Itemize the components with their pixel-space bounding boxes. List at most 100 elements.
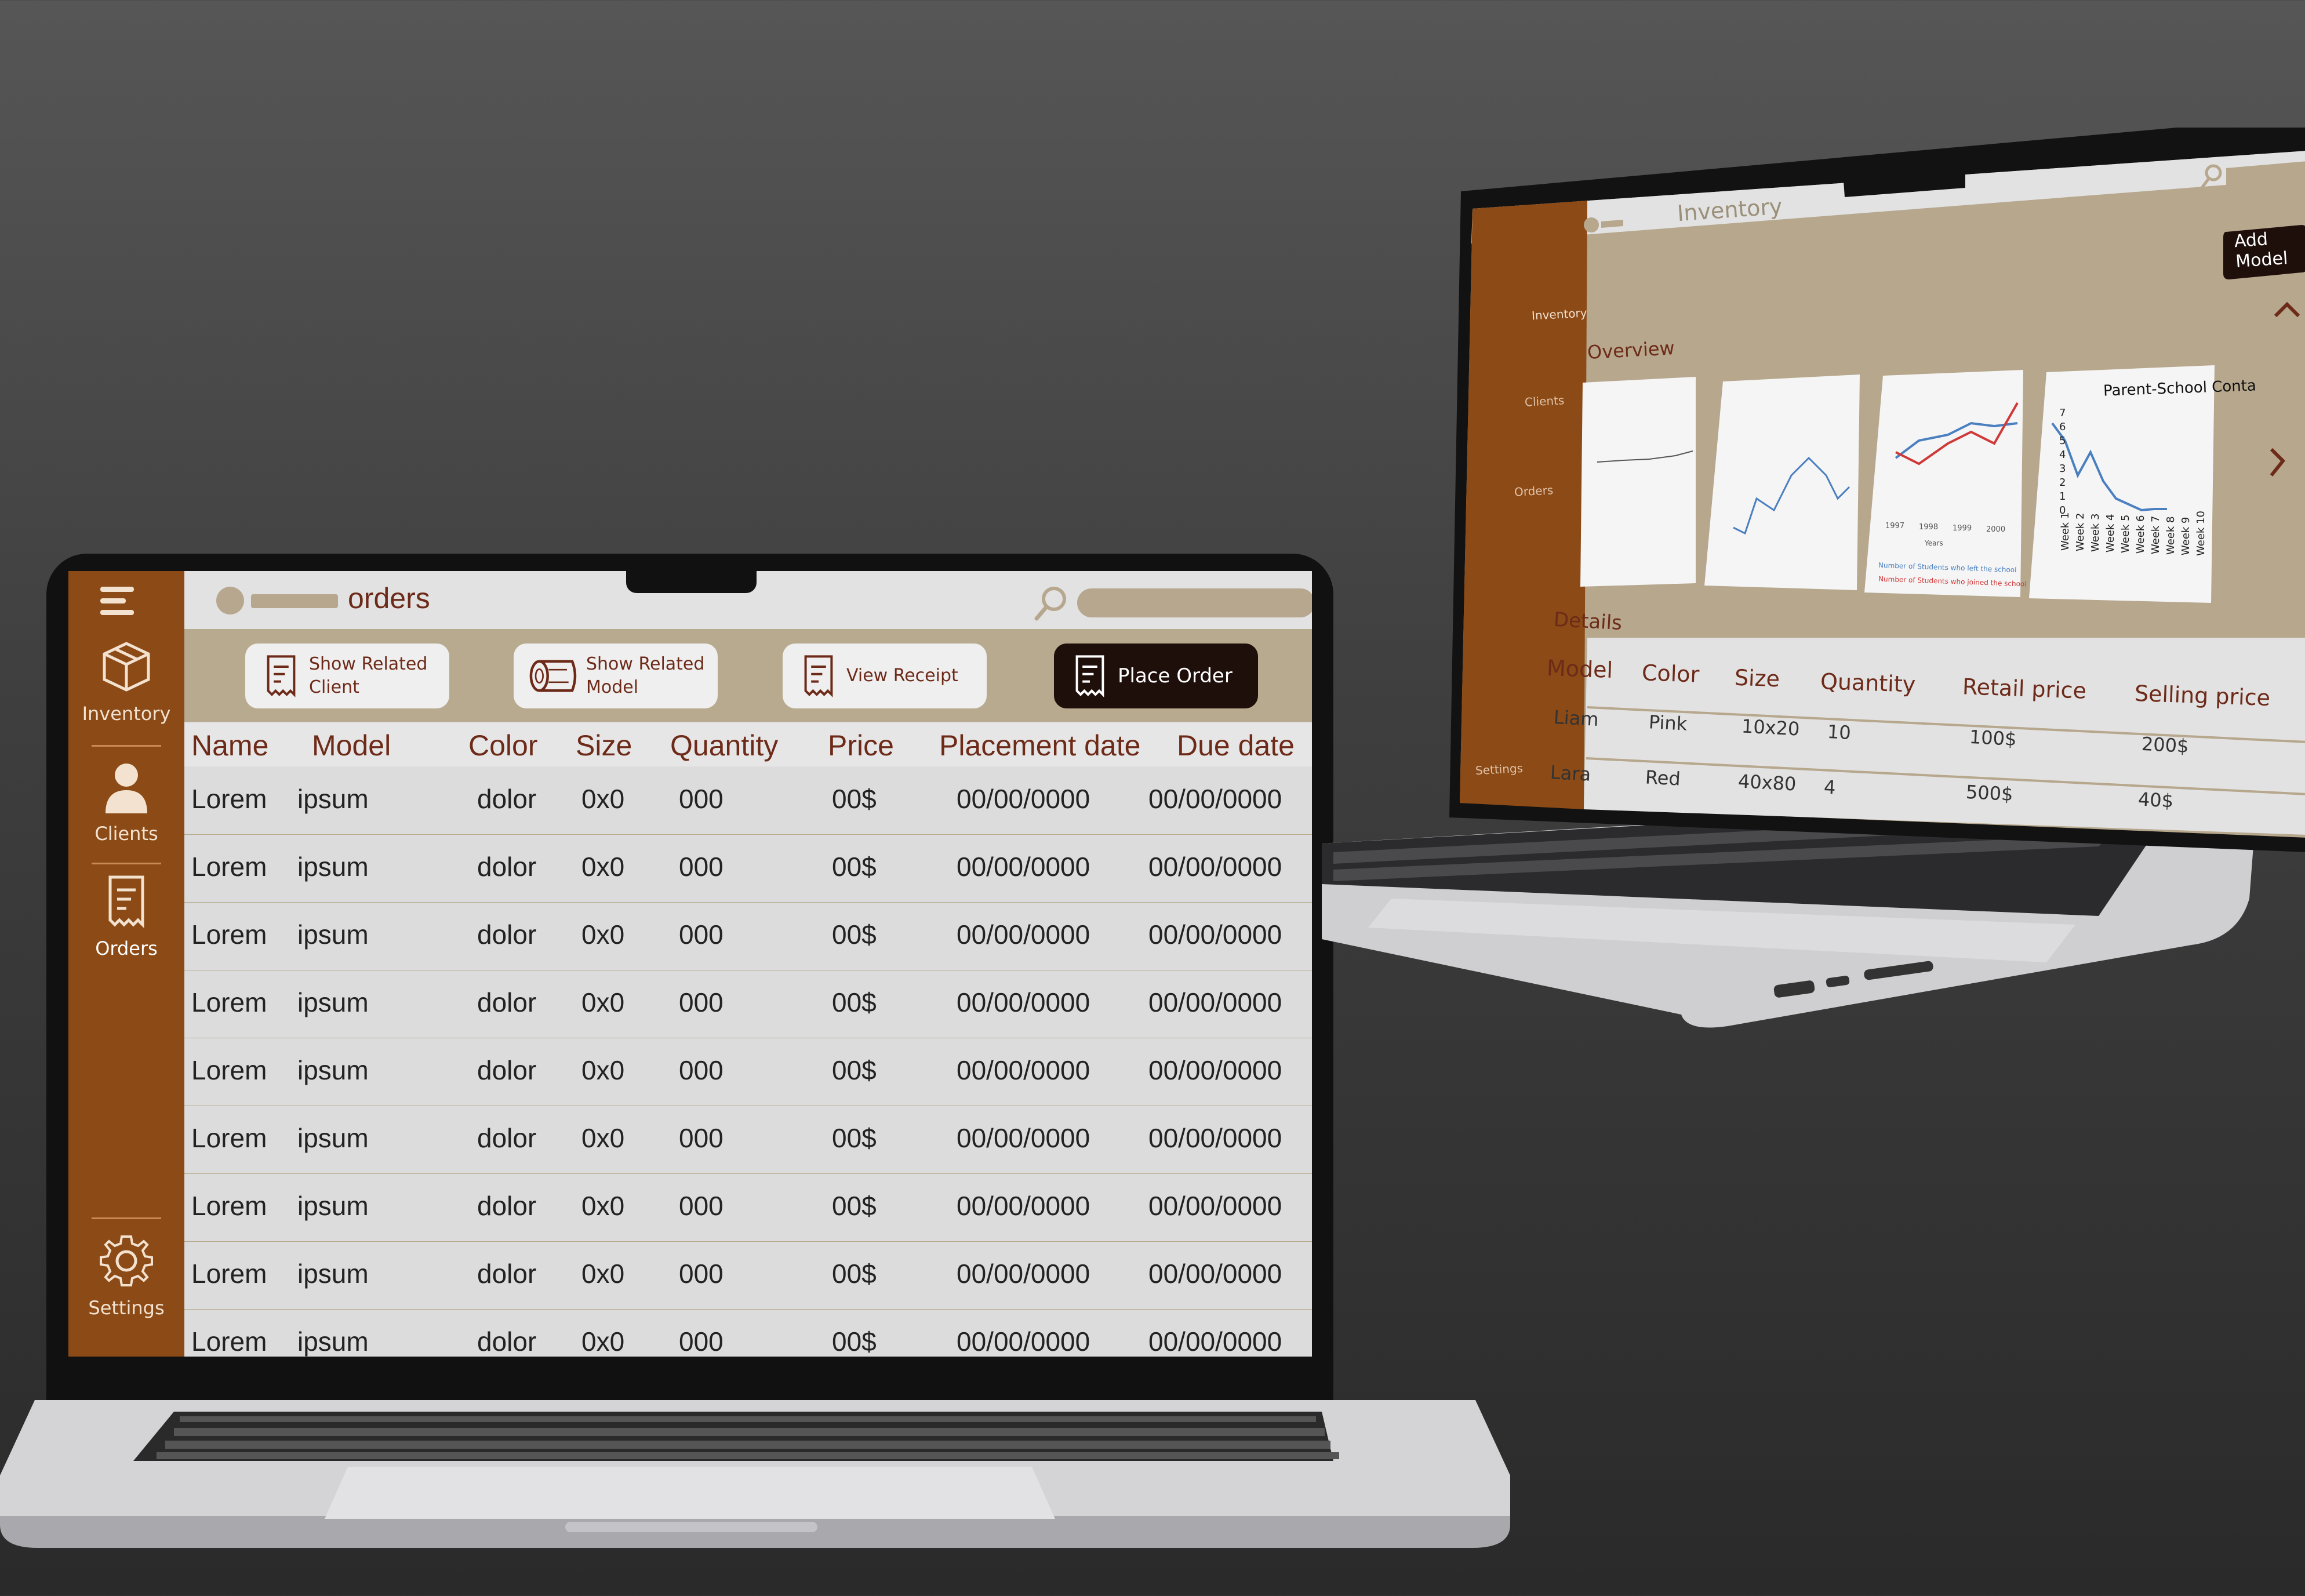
- column-header[interactable]: Color: [1641, 660, 1700, 687]
- chart4-y-tick: 4: [2059, 449, 2066, 461]
- column-header-size[interactable]: Size: [576, 729, 632, 762]
- details-label: Details: [1553, 608, 1623, 635]
- table-row[interactable]: Lorem ipsum dolor 0x0 000 00$ 00/00/0000 00/00/…: [184, 903, 1312, 973]
- table-cell: dolor: [477, 784, 537, 814]
- table-cell: 200$: [2141, 732, 2190, 758]
- sidebar-item-clients[interactable]: Clients: [68, 758, 184, 845]
- table-row[interactable]: Lorem ipsum dolor 0x0 000 00$ 00/00/0000 00/00/…: [184, 1174, 1312, 1245]
- table-cell: Lorem: [191, 1123, 267, 1153]
- table-row[interactable]: Lorem ipsum dolor 0x0 000 00$ 00/00/0000 00/00/…: [184, 1310, 1312, 1357]
- search-input[interactable]: [1077, 588, 1312, 617]
- chart4-x-tick: Week 1: [2059, 512, 2071, 551]
- chart3-x-label: Years: [1925, 539, 1943, 547]
- laptop-left-base: [0, 1400, 1510, 1548]
- table-cell: 00$: [832, 852, 877, 882]
- table-cell: 00$: [832, 1055, 877, 1085]
- table-cell: Lorem: [191, 987, 267, 1017]
- add-model-button[interactable]: Add Model: [2234, 227, 2305, 272]
- show-related-client-button[interactable]: Show Related Client: [245, 644, 449, 708]
- table-cell: 00/00/0000: [957, 1191, 1090, 1221]
- receipt-icon: [267, 655, 296, 697]
- button-label: Show Related Model: [586, 654, 705, 697]
- column-header[interactable]: Retail price: [1962, 674, 2086, 703]
- sidebar-item-settings[interactable]: Settings: [68, 1232, 184, 1319]
- table-cell: 00/00/0000: [957, 784, 1090, 814]
- table-cell: ipsum: [297, 987, 369, 1017]
- column-header-due-date[interactable]: Due date: [1177, 729, 1295, 762]
- sidebar-item-settings[interactable]: Settings: [1475, 761, 1523, 777]
- sidebar-item-orders[interactable]: Orders: [68, 872, 184, 959]
- sidebar-divider: [92, 1217, 161, 1219]
- table-row[interactable]: Lorem ipsum dolor 0x0 000 00$ 00/00/0000 00/00/…: [184, 1038, 1312, 1109]
- avatar[interactable]: [216, 587, 244, 615]
- table-cell: dolor: [477, 919, 537, 950]
- table-cell: 0x0: [581, 1326, 625, 1357]
- table-cell: ipsum: [297, 784, 369, 814]
- table-cell: ipsum: [297, 1055, 369, 1085]
- chart3-x-tick: 1997: [1885, 522, 1905, 530]
- sidebar-item-clients[interactable]: Clients: [1524, 393, 1564, 409]
- table-cell: 00/00/0000: [957, 919, 1090, 950]
- view-receipt-button[interactable]: View Receipt: [783, 644, 987, 708]
- table-row[interactable]: Lorem ipsum dolor 0x0 000 00$ 00/00/0000 00/00/…: [184, 835, 1312, 906]
- overview-label: Overview: [1587, 337, 1675, 363]
- table-row[interactable]: Lorem ipsum dolor 0x0 000 00$ 00/00/0000 00/00/…: [184, 970, 1312, 1041]
- table-cell: 00$: [832, 919, 877, 950]
- table-cell: Red: [1645, 766, 1681, 790]
- table-cell: dolor: [477, 1191, 537, 1221]
- table-cell: 00/00/0000: [1148, 852, 1282, 882]
- sidebar-item-label: Orders: [95, 937, 158, 959]
- table-cell: 0x0: [581, 1123, 625, 1153]
- sidebar: Inventory Clients Orders Settings: [68, 571, 184, 1357]
- table-cell: Lorem: [191, 1259, 267, 1289]
- column-header-quantity[interactable]: Quantity: [670, 729, 778, 762]
- table-cell: 000: [679, 1326, 724, 1357]
- table-cell: dolor: [477, 1123, 537, 1153]
- box-icon: [103, 642, 150, 692]
- table-cell: 0x0: [581, 919, 625, 950]
- table-row[interactable]: Lorem ipsum dolor 0x0 000 00$ 00/00/0000 00/00/…: [184, 1242, 1312, 1313]
- column-header-color[interactable]: Color: [468, 729, 537, 762]
- sidebar-item-inventory[interactable]: Inventory: [68, 638, 184, 725]
- table-cell: 00$: [832, 987, 877, 1017]
- table-cell: 00/00/0000: [957, 987, 1090, 1017]
- table-cell: 00/00/0000: [957, 1123, 1090, 1153]
- column-header[interactable]: Size: [1734, 665, 1780, 692]
- table-cell: 00$: [832, 1326, 877, 1357]
- column-header-price[interactable]: Price: [828, 729, 894, 762]
- column-header[interactable]: Quantity: [1820, 668, 1916, 697]
- chart4-x-tick: Week 7: [2150, 515, 2162, 555]
- sidebar-item-label: Clients: [94, 823, 158, 845]
- chart3-x-tick: 1999: [1953, 524, 1972, 533]
- table-row[interactable]: Lorem ipsum dolor 0x0 000 00$ 00/00/0000 00/00/…: [184, 1106, 1312, 1177]
- column-header-name[interactable]: Name: [191, 729, 268, 762]
- sidebar-item-orders[interactable]: Orders: [1514, 483, 1553, 499]
- chart4-y-tick: 7: [2059, 407, 2066, 419]
- place-order-button[interactable]: Place Order: [1054, 644, 1258, 708]
- menu-icon[interactable]: [97, 584, 138, 621]
- button-label: Show Related Client: [309, 654, 428, 697]
- sidebar-divider: [92, 745, 161, 747]
- table-cell: 40x80: [1737, 770, 1797, 795]
- show-related-model-button[interactable]: Show Related Model: [514, 644, 718, 708]
- column-header[interactable]: Model: [1546, 655, 1613, 683]
- chart4-x-tick: Week 6: [2135, 515, 2147, 554]
- table-cell: Lorem: [191, 1191, 267, 1221]
- chart4-y-tick: 6: [2059, 421, 2066, 433]
- table-cell: 00/00/0000: [1148, 1191, 1282, 1221]
- column-header[interactable]: Selling price: [2134, 681, 2270, 711]
- chart3-x-tick: 1998: [1919, 523, 1939, 532]
- table-row[interactable]: Lorem ipsum dolor 0x0 000 00$ 00/00/0000 00/00/…: [184, 767, 1312, 838]
- camera-notch: [626, 571, 757, 593]
- table-cell: 000: [679, 1191, 724, 1221]
- table-cell: 00/00/0000: [957, 852, 1090, 882]
- table-cell: dolor: [477, 1326, 537, 1357]
- column-header-placement-date[interactable]: Placement date: [939, 729, 1140, 762]
- table-cell: Pink: [1648, 711, 1688, 735]
- search-icon[interactable]: [1031, 583, 1071, 623]
- table-cell: 10x20: [1741, 715, 1801, 740]
- table-cell: 10: [1827, 720, 1852, 744]
- sidebar-item-inventory[interactable]: Inventory: [1531, 306, 1587, 323]
- column-header-model[interactable]: Model: [312, 729, 391, 762]
- table-cell: dolor: [477, 852, 537, 882]
